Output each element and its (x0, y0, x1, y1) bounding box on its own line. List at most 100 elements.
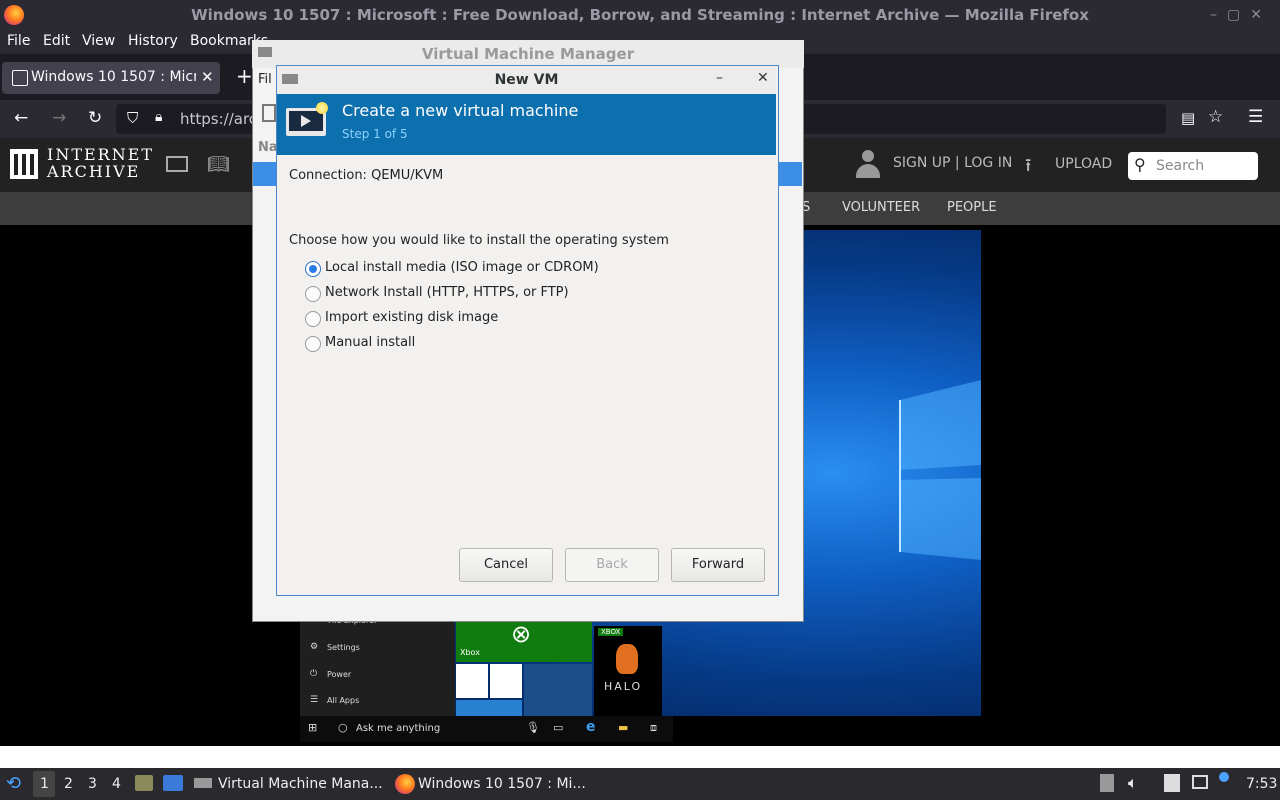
workspace-2[interactable]: 2 (64, 776, 73, 792)
vmm-menu-file[interactable]: Fil (258, 72, 272, 87)
back-arrow-icon[interactable]: ← (14, 108, 28, 128)
dialog-title: New VM (494, 72, 559, 88)
banner-step: Step 1 of 5 (342, 127, 408, 141)
reload-icon[interactable]: ↻ (88, 108, 102, 128)
dialog-close-icon[interactable]: ✕ (757, 70, 769, 86)
mic-icon[interactable]: 🎙︎ (526, 721, 540, 734)
network-install-label[interactable]: Network Install (HTTP, HTTPS, or FTP) (325, 285, 569, 300)
clipboard-icon[interactable] (1100, 774, 1114, 792)
tile-iheart[interactable] (490, 664, 522, 698)
workspace-4[interactable]: 4 (112, 776, 121, 792)
vmm-column-name: Na (258, 140, 278, 155)
power-icon: ⏻ (310, 669, 318, 679)
store-icon[interactable]: ⧈ (650, 721, 657, 735)
connection-label: Connection: QEMU/KVM (289, 168, 444, 183)
import-disk-label[interactable]: Import existing disk image (325, 310, 498, 325)
lock-icon[interactable]: 🔒︎ (155, 109, 162, 125)
windows-start-icon[interactable]: ⊞ (308, 721, 317, 734)
menu-file[interactable]: File (7, 33, 30, 49)
ia-logo-line1: INTERNET (47, 145, 155, 164)
cortana-icon[interactable]: ○ (338, 721, 348, 734)
vmm-titlebar: Virtual Machine Manager (252, 40, 804, 68)
tile-halo-label: HALO (604, 680, 643, 693)
tile-weather[interactable] (456, 700, 522, 716)
dialog-app-icon (282, 74, 298, 84)
start-menu-icon[interactable]: ⟲ (6, 773, 21, 794)
halo-helmet-icon (616, 644, 638, 674)
reader-view-icon[interactable]: ▤ (1181, 109, 1195, 127)
tile-disney[interactable] (524, 664, 592, 716)
all-apps-icon: ☰ (310, 695, 319, 705)
dialog-minimize-icon[interactable]: – (716, 70, 723, 86)
tile-halo[interactable]: XBOX HALO (594, 626, 662, 716)
subnav-people[interactable]: PEOPLE (947, 200, 997, 215)
archive-favicon-icon (12, 70, 28, 86)
task-view-icon[interactable]: ▭ (553, 721, 563, 734)
forward-arrow-icon[interactable]: → (52, 108, 66, 128)
menu-history[interactable]: History (128, 33, 178, 49)
user-icon[interactable] (856, 150, 880, 180)
ia-search-box[interactable]: ⚲ Search (1128, 152, 1258, 180)
ia-logo-line2: ARCHIVE (47, 162, 141, 181)
shield-icon[interactable]: ⛉ (127, 109, 138, 127)
folder-icon[interactable]: ▬ (618, 721, 628, 734)
subnav-volunteer[interactable]: VOLUNTEER (842, 200, 920, 215)
tab-active[interactable]: Windows 10 1507 : Microsoft ✕ (2, 62, 220, 94)
new-vm-monitor-icon (286, 102, 330, 140)
radio-manual-install[interactable] (305, 336, 321, 352)
tab-close-icon[interactable]: ✕ (201, 68, 214, 86)
bookmark-star-icon[interactable]: ☆ (1208, 107, 1223, 127)
file-manager-icon[interactable] (135, 775, 153, 791)
start-all-apps[interactable]: All Apps (327, 696, 359, 705)
desktop-taskbar: ⟲ 1 2 3 4 Virtual Machine Mana... Window… (0, 768, 1280, 800)
menu-view[interactable]: View (82, 33, 115, 49)
search-placeholder: Search (1156, 158, 1205, 174)
install-method-prompt: Choose how you would like to install the… (289, 233, 669, 248)
search-icon: ⚲ (1134, 155, 1146, 174)
workspace-3[interactable]: 3 (88, 776, 97, 792)
vmm-toolbar-icon[interactable] (262, 104, 276, 122)
tile-xbox-small-label: XBOX (598, 628, 624, 636)
show-desktop-icon[interactable] (163, 775, 183, 791)
local-install-label[interactable]: Local install media (ISO image or CDROM) (325, 260, 599, 275)
ia-logo-icon[interactable] (10, 149, 38, 179)
workspace-1[interactable]: 1 (40, 776, 49, 792)
texts-icon[interactable]: 📖︎ (207, 154, 230, 175)
new-tab-icon[interactable]: + (236, 64, 253, 88)
dialog-titlebar: New VM (277, 66, 776, 94)
vmm-app-icon (258, 47, 272, 57)
manual-install-label[interactable]: Manual install (325, 335, 415, 350)
upload-icon[interactable]: ⭱ (1025, 153, 1031, 183)
tab-title: Windows 10 1507 : Microsoft (31, 69, 196, 85)
notification-icon[interactable] (1219, 772, 1229, 782)
task-vmm[interactable]: Virtual Machine Mana... (218, 776, 383, 792)
ia-logo-text[interactable]: INTERNET ARCHIVE (47, 146, 154, 180)
hamburger-menu-icon[interactable]: ☰ (1248, 107, 1263, 127)
menu-edit[interactable]: Edit (43, 33, 70, 49)
clock: 7:53 (1246, 776, 1278, 792)
web-icon[interactable] (166, 156, 188, 172)
volume-icon[interactable]: 🔈︎ (1128, 773, 1138, 793)
tile-xbox-label: Xbox (460, 648, 480, 657)
radio-import-disk[interactable] (305, 311, 321, 327)
signup-login-link[interactable]: SIGN UP | LOG IN (893, 155, 1012, 171)
cortana-search-text[interactable]: Ask me anything (356, 723, 440, 734)
firefox-titlebar: Windows 10 1507 : Microsoft : Free Downl… (0, 0, 1280, 30)
network-icon[interactable] (1192, 775, 1208, 789)
notes-icon[interactable] (1164, 774, 1180, 792)
start-settings[interactable]: Settings (327, 643, 360, 652)
back-button[interactable]: Back (565, 548, 659, 582)
start-power[interactable]: Power (327, 670, 351, 679)
window-controls[interactable]: –▢✕ (1210, 0, 1272, 30)
task-firefox[interactable]: Windows 10 1507 : Mi... (418, 776, 586, 792)
radio-network-install[interactable] (305, 286, 321, 302)
tile-xbox[interactable]: ⊗ Xbox (456, 620, 592, 662)
xbox-icon: ⊗ (511, 620, 532, 648)
cancel-button[interactable]: Cancel (459, 548, 553, 582)
radio-local-install[interactable] (305, 261, 321, 277)
edge-icon[interactable]: e (586, 719, 596, 735)
tile-slack[interactable] (456, 664, 488, 698)
forward-button[interactable]: Forward (671, 548, 765, 582)
upload-link[interactable]: UPLOAD (1055, 156, 1112, 172)
url-text[interactable]: https://arc (180, 110, 257, 128)
